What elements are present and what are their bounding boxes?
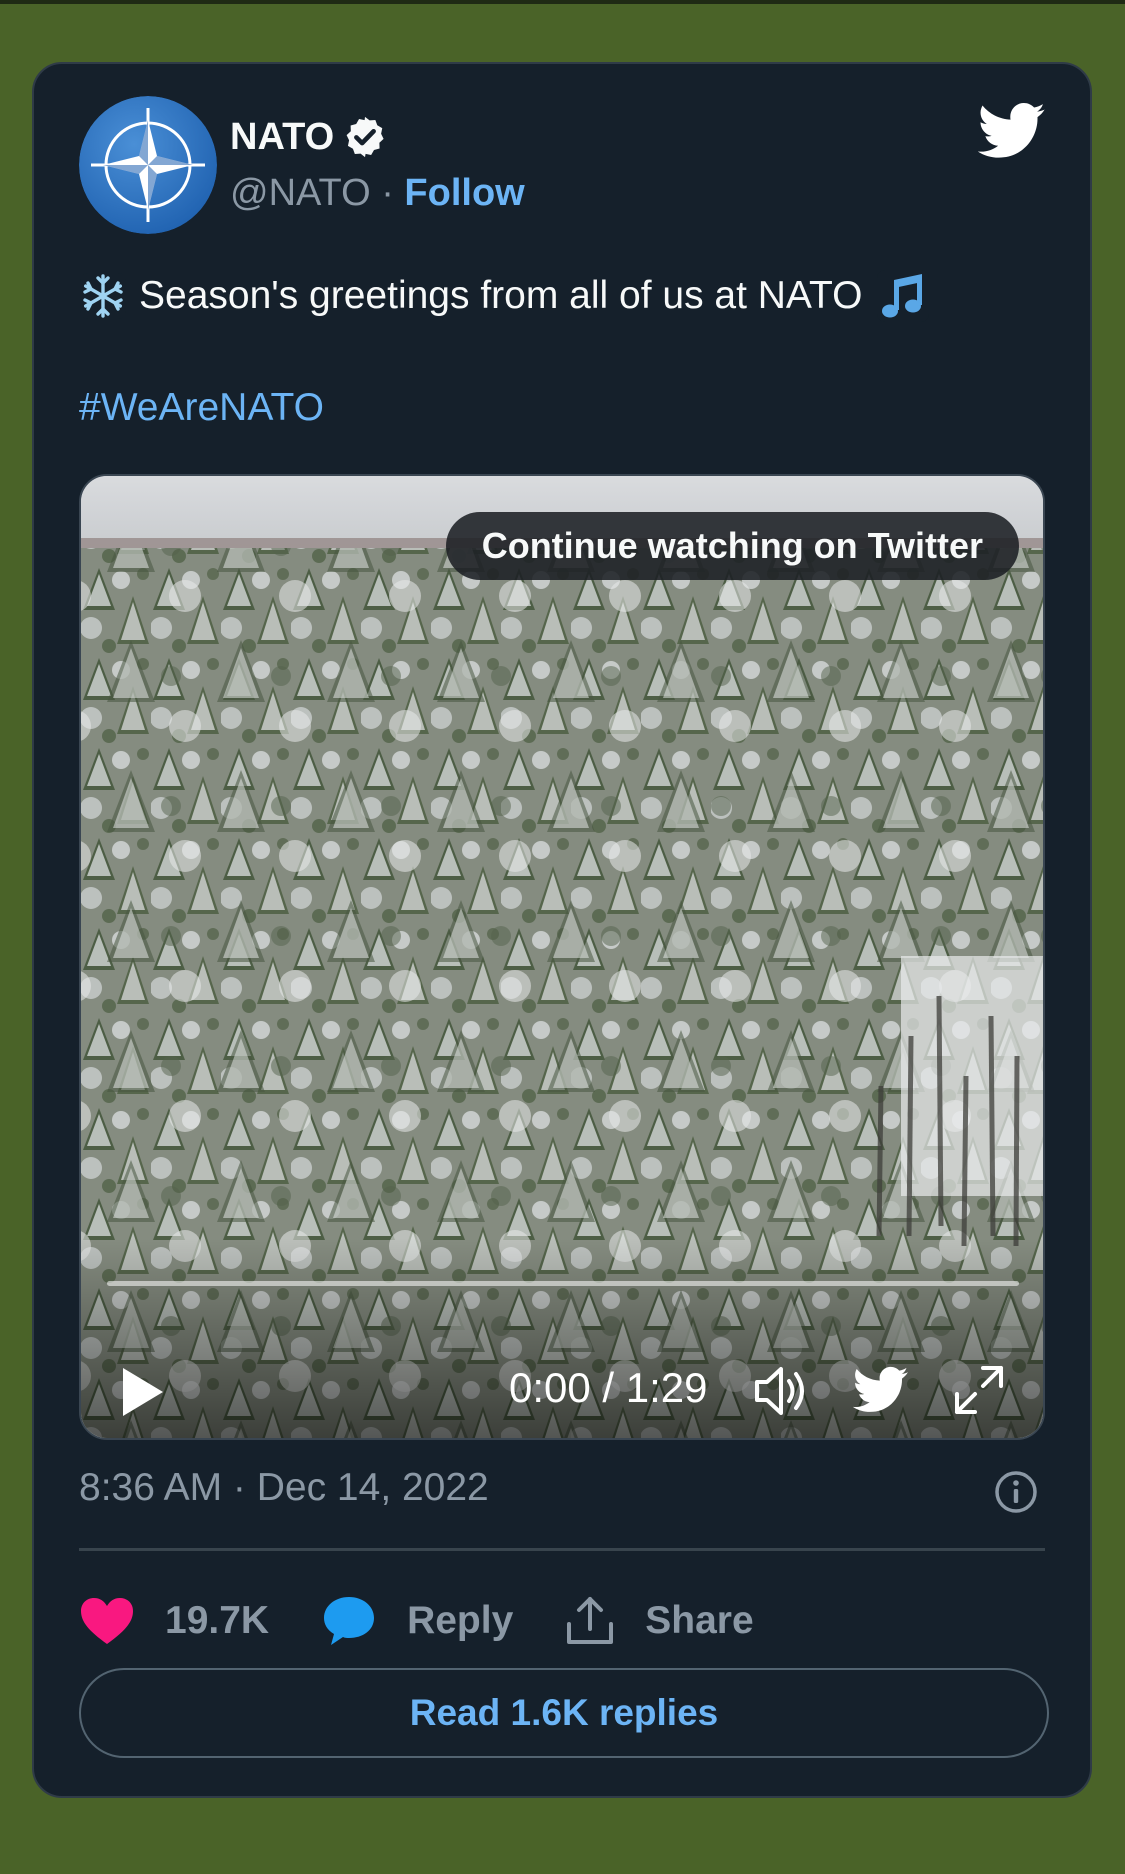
tweet-card: NATO @NATO · Follow Season's greetings f…: [32, 62, 1092, 1798]
video-player[interactable]: Continue watching on Twitter 0:00 / 1:29: [79, 474, 1045, 1440]
share-icon: [567, 1597, 614, 1644]
play-icon[interactable]: [121, 1366, 165, 1418]
music-note-icon: [876, 270, 929, 322]
share-button[interactable]: Share: [565, 1596, 754, 1646]
like-count: 19.7K: [165, 1599, 270, 1642]
snowflake-icon: [80, 273, 126, 319]
hashtag-link[interactable]: #WeAreNATO: [79, 386, 324, 430]
share-label: Share: [645, 1599, 754, 1642]
video-time: 0:00 / 1:29: [509, 1364, 708, 1411]
heart-icon: [81, 1598, 133, 1644]
verified-badge-icon: [346, 116, 384, 158]
tweet-text: Season's greetings from all of us at NAT…: [139, 274, 863, 317]
twitter-bird-icon[interactable]: [978, 102, 1046, 160]
volume-icon[interactable]: [753, 1364, 809, 1418]
progress-bar[interactable]: [107, 1281, 1019, 1286]
separator-dot: ·: [381, 172, 394, 214]
read-replies-button[interactable]: Read 1.6K replies: [79, 1668, 1049, 1758]
author-handle-row: @NATO · Follow: [230, 172, 525, 215]
tweet-timestamp[interactable]: 8:36 AM · Dec 14, 2022: [79, 1466, 489, 1510]
follow-button[interactable]: Follow: [404, 172, 524, 214]
author-name-row: NATO: [230, 114, 388, 160]
tweet-text-line: Season's greetings from all of us at NAT…: [79, 270, 929, 322]
continue-watching-button[interactable]: Continue watching on Twitter: [445, 512, 1019, 580]
author-name[interactable]: NATO: [230, 116, 334, 159]
top-edge: [0, 0, 1125, 4]
like-button[interactable]: 19.7K: [79, 1596, 269, 1646]
action-bar: 19.7K Reply Share: [79, 1586, 806, 1656]
avatar[interactable]: [79, 96, 217, 234]
nato-compass-star-icon: [79, 96, 217, 234]
twitter-bird-icon[interactable]: [853, 1366, 909, 1414]
speech-bubble-icon: [324, 1597, 375, 1645]
reply-label: Reply: [407, 1599, 514, 1642]
author-handle[interactable]: @NATO: [230, 172, 371, 214]
info-icon[interactable]: [994, 1470, 1038, 1514]
divider: [79, 1548, 1045, 1551]
reply-button[interactable]: Reply: [321, 1594, 513, 1648]
fullscreen-icon[interactable]: [953, 1364, 1005, 1416]
